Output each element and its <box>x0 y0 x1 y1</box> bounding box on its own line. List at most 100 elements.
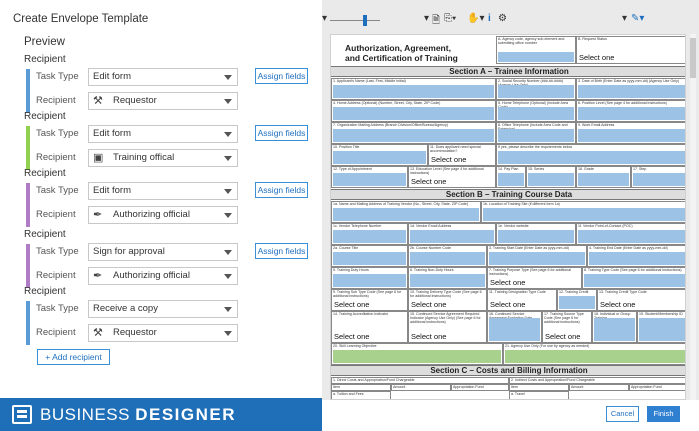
cancel-button[interactable]: Cancel <box>606 406 639 422</box>
form-input-field[interactable] <box>333 230 406 243</box>
form-input-field[interactable] <box>505 350 685 363</box>
section-c-cell: Appropriation Fund <box>451 384 509 391</box>
recipient-value: Authorizing official <box>113 270 190 281</box>
form-input-field[interactable] <box>578 107 685 120</box>
zoom-slider[interactable] <box>330 20 380 21</box>
form-input-field[interactable] <box>498 151 685 164</box>
select-one-dropdown[interactable]: Select one <box>334 332 369 341</box>
form-input-field[interactable] <box>498 129 574 142</box>
zoom-out-icon[interactable]: ▾ <box>322 13 327 24</box>
form-input-field[interactable] <box>559 296 595 309</box>
select-one-dropdown[interactable]: Select one <box>411 177 446 186</box>
task-type-select[interactable]: Receive a copy <box>88 300 238 318</box>
form-input-field[interactable] <box>578 230 685 243</box>
agency-code-field[interactable] <box>498 52 574 62</box>
section-a-cell: 12. Type of Appointment <box>331 166 408 188</box>
assign-fields-button[interactable]: Assign fields <box>255 125 308 141</box>
select-one-dropdown[interactable]: Select one <box>431 155 466 164</box>
form-input-field[interactable] <box>333 85 494 98</box>
form-input-field[interactable] <box>594 318 635 341</box>
form-input-field[interactable] <box>498 107 574 120</box>
select-one-dropdown[interactable]: Select one <box>490 300 525 309</box>
settings-gear-icon[interactable]: ⚙ <box>498 13 507 24</box>
form-input-field[interactable] <box>410 274 485 287</box>
recipient-row: Recipient ▣ Training offical <box>36 149 316 167</box>
form-input-field[interactable] <box>528 173 574 186</box>
form-input-field[interactable] <box>633 173 685 186</box>
form-input-field[interactable] <box>498 173 524 186</box>
info-icon[interactable]: i <box>488 13 491 24</box>
assign-fields-button[interactable]: Assign fields <box>255 68 308 84</box>
scrollbar-thumb[interactable] <box>690 38 696 78</box>
form-input-field[interactable] <box>589 252 685 265</box>
task-type-select[interactable]: Sign for approval <box>88 243 238 261</box>
select-one-dropdown[interactable]: Select one <box>600 300 635 309</box>
form-input-field[interactable] <box>498 230 574 243</box>
zoom-slider-handle[interactable] <box>363 15 367 26</box>
menu-caret-icon[interactable]: ▾ <box>622 13 627 24</box>
form-input-field[interactable] <box>489 252 585 265</box>
form-input-field[interactable] <box>333 252 406 265</box>
request-status-select[interactable]: Select one <box>579 53 614 62</box>
form-input-field[interactable] <box>410 252 485 265</box>
recipient-select[interactable]: ⚒ Requestor <box>88 92 238 110</box>
task-type-label: Task Type <box>36 246 79 257</box>
form-input-field[interactable] <box>578 129 685 142</box>
form-input-field[interactable] <box>489 318 540 341</box>
recipient-value: Authorizing official <box>113 209 190 220</box>
add-recipient-button[interactable]: + Add recipient <box>37 349 110 365</box>
field-label: 13. Education Level (See page 4 for addi… <box>410 167 484 176</box>
section-a-cell: 1. Applicant's Name (Last, First, Middle… <box>331 78 496 100</box>
form-input-field[interactable] <box>578 173 629 186</box>
form-input-field[interactable] <box>410 230 494 243</box>
section-c-cell: 1. Direct Costs and Appropriation/Fund C… <box>331 377 509 384</box>
task-type-select[interactable]: Edit form <box>88 125 238 143</box>
field-label: a. Travel <box>511 392 525 396</box>
form-header: Authorization, Agreement, and Certificat… <box>331 35 685 65</box>
form-input-field[interactable] <box>333 274 406 287</box>
task-type-row: Task Type Edit form Assign fields <box>36 68 316 86</box>
field-label: 1e. Vendor website <box>498 224 529 228</box>
recipient-value: Requestor <box>113 327 157 338</box>
document-scrollbar[interactable] <box>690 34 696 400</box>
form-input-field[interactable] <box>578 85 685 98</box>
recipient-row: Recipient ✒ Authorizing official <box>36 206 316 224</box>
recipient-select[interactable]: ▣ Training offical <box>88 149 238 167</box>
chevron-down-icon <box>224 99 232 104</box>
assign-fields-button[interactable]: Assign fields <box>255 243 308 259</box>
select-one-dropdown[interactable]: Select one <box>490 278 525 287</box>
select-one-dropdown[interactable]: Select one <box>334 300 369 309</box>
select-one-dropdown[interactable]: Select one <box>411 332 446 341</box>
task-type-select[interactable]: Edit form <box>88 182 238 200</box>
finish-button[interactable]: Finish <box>647 406 680 422</box>
recipient-row: Recipient ⚒ Requestor <box>36 92 316 110</box>
form-input-field[interactable] <box>483 208 685 221</box>
form-input-field[interactable] <box>333 151 426 164</box>
field-label: 4. Home Address (Optional) (Number, Stre… <box>333 101 441 105</box>
recipient-select[interactable]: ✒ Authorizing official <box>88 267 238 285</box>
field-label: 7. Organization Mailing Address (Branch … <box>333 123 448 127</box>
dialog-footer: Cancel Finish <box>322 400 699 431</box>
form-input-field[interactable] <box>333 107 494 120</box>
form-input-field[interactable] <box>639 318 685 341</box>
form-input-field[interactable] <box>333 173 406 186</box>
recipient-select[interactable]: ✒ Authorizing official <box>88 206 238 224</box>
assign-fields-button[interactable]: Assign fields <box>255 182 308 198</box>
recipient-select[interactable]: ⚒ Requestor <box>88 324 238 342</box>
form-input-field[interactable] <box>584 274 685 287</box>
page-view-icon[interactable]: 🗎 <box>432 13 440 30</box>
recipient-color-bar <box>26 301 30 345</box>
pan-hand-icon[interactable]: ✋▾ <box>467 13 484 24</box>
select-one-dropdown[interactable]: Select one <box>545 332 580 341</box>
recipient-highlight-icon[interactable]: ✎▾ <box>631 13 644 24</box>
form-input-field[interactable] <box>333 350 501 363</box>
layout-options-icon[interactable]: ⎘▾ <box>444 13 456 24</box>
task-type-select[interactable]: Edit form <box>88 68 238 86</box>
select-one-dropdown[interactable]: Select one <box>411 300 446 309</box>
document-toolbar: ▾ ▾ 🗎 ⎘▾ ✋▾ i ⚙ ▾ ✎▾ <box>322 11 699 29</box>
zoom-dropdown-caret-icon[interactable]: ▾ <box>424 13 429 24</box>
recipient-heading: Recipient <box>24 54 66 65</box>
form-input-field[interactable] <box>333 208 479 221</box>
form-input-field[interactable] <box>498 85 574 98</box>
form-input-field[interactable] <box>333 129 494 142</box>
